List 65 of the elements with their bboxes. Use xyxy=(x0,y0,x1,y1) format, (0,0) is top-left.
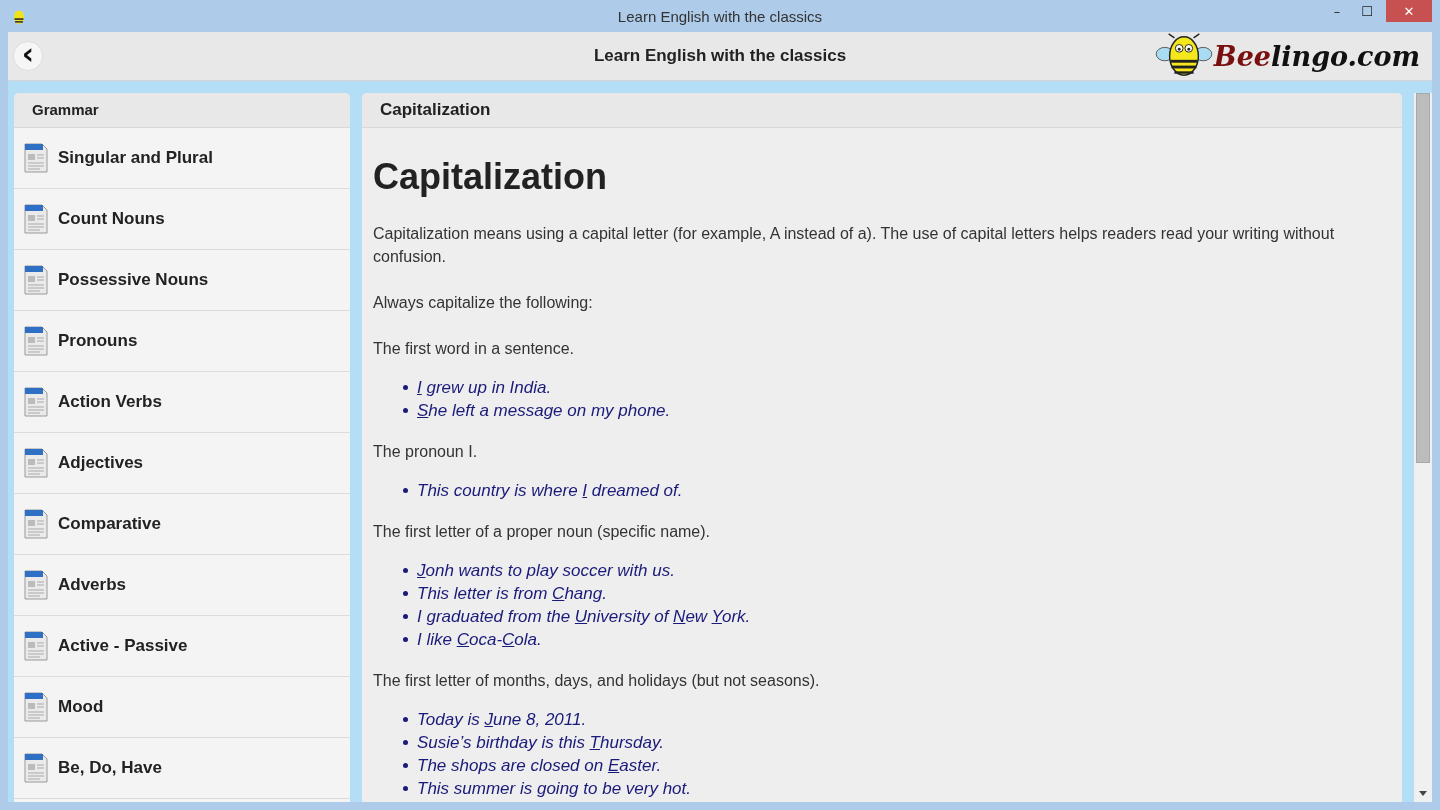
sidebar-item[interactable]: Adjectives xyxy=(14,433,350,494)
sidebar-item[interactable]: Possessive Nouns xyxy=(14,250,350,311)
sidebar-item[interactable]: Count Nouns xyxy=(14,189,350,250)
example-sentence: Today is June 8, 2011. xyxy=(417,709,587,730)
document-icon xyxy=(24,692,48,722)
sidebar-item[interactable]: Action Verbs xyxy=(14,372,350,433)
document-icon xyxy=(24,509,48,539)
panel-header: Capitalization xyxy=(362,93,1402,128)
example-sentence: Jonh wants to play soccer with us. xyxy=(417,560,675,581)
example-sentence: I like Coca-Cola. xyxy=(417,629,542,650)
paragraph: The first word in a sentence. xyxy=(373,339,575,359)
page-title: Learn English with the classics xyxy=(593,46,847,66)
sidebar-item[interactable]: Pronouns xyxy=(14,311,350,372)
document-icon xyxy=(24,326,48,356)
bullet-icon xyxy=(403,488,408,493)
example-sentence: This country is where I dreamed of. xyxy=(417,480,683,501)
bullet-icon xyxy=(403,637,408,642)
paragraph: The first letter of a proper noun (specific name). xyxy=(373,522,712,542)
bullet-icon xyxy=(403,786,408,791)
sidebar-item[interactable]: Active - Passive xyxy=(14,616,350,677)
example-sentence: This summer is going to be very hot. xyxy=(417,778,691,799)
example-sentence: The shops are closed on Easter. xyxy=(417,755,662,776)
document-icon xyxy=(24,631,48,661)
document-icon xyxy=(24,448,48,478)
paragraph: Always capitalize the following: xyxy=(373,293,594,313)
article-heading: Capitalization xyxy=(373,156,609,198)
bullet-icon xyxy=(403,408,408,413)
paragraph: Capitalization means using a capital letter (for example, A instead of a). The use of capital letters helps readers read your writing without confusion. xyxy=(373,224,1336,267)
bullet-icon xyxy=(403,568,408,573)
bee-icon xyxy=(10,7,28,25)
minimize-button[interactable]: – xyxy=(1322,0,1352,22)
bullet-icon xyxy=(403,591,408,596)
bullet-icon xyxy=(403,763,408,768)
scrollbar-thumb[interactable] xyxy=(1416,93,1430,463)
example-sentence: This letter is from Chang. xyxy=(417,583,607,604)
sidebar-item[interactable]: Adverbs xyxy=(14,555,350,616)
document-icon xyxy=(24,143,48,173)
back-button[interactable]: ‹ xyxy=(13,41,43,71)
document-icon xyxy=(24,265,48,295)
example-sentence: She left a message on my phone. xyxy=(417,400,671,421)
document-icon xyxy=(24,753,48,783)
scrollbar[interactable] xyxy=(1414,93,1432,802)
example-sentence: I grew up in India. xyxy=(417,377,552,398)
bullet-icon xyxy=(403,717,408,722)
sidebar-header: Grammar xyxy=(14,93,350,128)
scroll-down-icon[interactable] xyxy=(1419,791,1427,796)
paragraph: The first letter of months, days, and holidays (but not seasons). xyxy=(373,671,821,691)
document-icon xyxy=(24,570,48,600)
example-sentence: I graduated from the University of New York. xyxy=(417,606,751,627)
paragraph: The pronoun I. xyxy=(373,442,479,462)
maximize-button[interactable]: ☐ xyxy=(1352,0,1382,22)
sidebar-item[interactable]: Singular and Plural xyxy=(14,128,350,189)
sidebar-item[interactable]: Comparative xyxy=(14,494,350,555)
close-button[interactable]: ✕ xyxy=(1386,0,1432,22)
sidebar-item[interactable]: Be, Do, Have xyxy=(14,738,350,799)
bullet-icon xyxy=(403,385,408,390)
example-sentence: Susie’s birthday is this Thursday. xyxy=(417,732,664,753)
bee-icon xyxy=(1153,33,1214,79)
document-icon xyxy=(24,387,48,417)
logo-text: Beelingo.com xyxy=(1213,40,1420,72)
bullet-icon xyxy=(403,614,408,619)
sidebar-item[interactable]: Mood xyxy=(14,677,350,738)
window-title: Learn English with the classics xyxy=(617,8,823,25)
document-icon xyxy=(24,204,48,234)
bullet-icon xyxy=(403,740,408,745)
